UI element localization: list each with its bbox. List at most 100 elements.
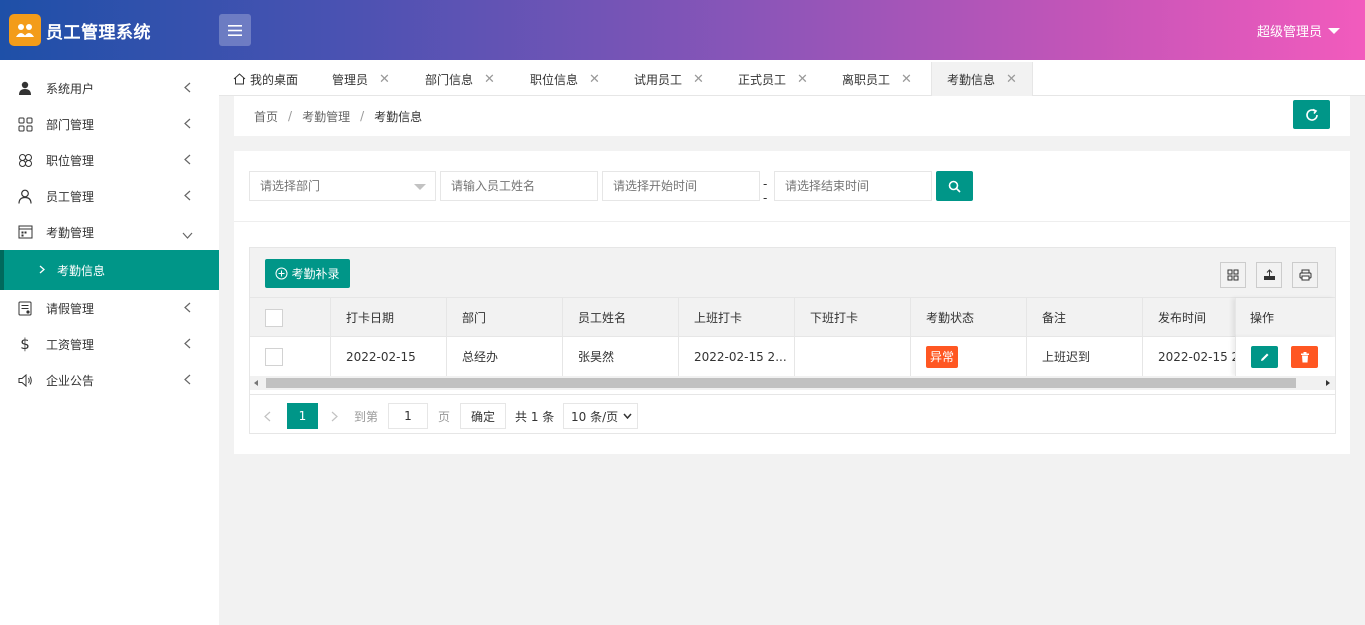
page-unit-label: 页 (438, 409, 451, 424)
sidebar-item-departments[interactable]: 部门管理 (0, 106, 219, 142)
tab-resigned[interactable]: 离职员工 ✕ (842, 62, 912, 96)
column-header[interactable]: 备注 (1027, 298, 1143, 337)
tab-desktop[interactable]: 我的桌面 (233, 62, 298, 96)
sidebar-item-employees[interactable]: 员工管理 (0, 178, 219, 214)
header-checkbox-cell (250, 298, 331, 337)
start-time-input[interactable]: 请选择开始时间 (602, 171, 760, 201)
table-toolbar: 考勤补录 (250, 248, 1335, 298)
start-placeholder: 请选择开始时间 (613, 179, 698, 193)
export-button[interactable] (1256, 262, 1282, 288)
divider (234, 221, 1350, 222)
cell-employee-name: 张昊然 (563, 337, 679, 376)
sidebar-item-announcements[interactable]: 企业公告 (0, 362, 219, 398)
page-size-value: 10 条/页 (571, 409, 619, 424)
scrollbar-thumb[interactable] (266, 378, 1296, 388)
sidebar-item-label: 企业公告 (46, 373, 95, 388)
current-page[interactable]: 1 (287, 403, 318, 429)
add-attendance-button[interactable]: 考勤补录 (265, 259, 350, 288)
close-icon[interactable]: ✕ (484, 72, 495, 87)
tab-departments[interactable]: 部门信息 ✕ (425, 62, 495, 96)
delete-button[interactable] (1291, 346, 1318, 368)
tab-regular[interactable]: 正式员工 ✕ (738, 62, 808, 96)
goto-page-input[interactable]: 1 (388, 403, 428, 429)
range-separator: -- (763, 177, 768, 205)
close-icon[interactable]: ✕ (589, 72, 600, 87)
cell-remark: 上班迟到 (1027, 337, 1143, 376)
close-icon[interactable]: ✕ (901, 72, 912, 87)
menu-toggle-button[interactable] (219, 14, 251, 46)
chevron-down-icon (414, 184, 426, 190)
column-header[interactable]: 上班打卡 (679, 298, 795, 337)
user-menu[interactable]: 超级管理员 (1257, 21, 1340, 40)
chevron-down-icon (182, 228, 193, 242)
column-header[interactable]: 员工姓名 (563, 298, 679, 337)
caret-down-icon (1328, 27, 1340, 34)
tab-attendance-info[interactable]: 考勤信息 ✕ (931, 62, 1033, 96)
sidebar-item-label: 员工管理 (46, 189, 95, 204)
cell-checkin: 2022-02-15 2... (679, 337, 795, 376)
sidebar-item-system-users[interactable]: 系统用户 (0, 70, 219, 106)
cell-published: 2022-02-15 2... (1158, 349, 1235, 364)
total-count: 共 1 条 (515, 409, 555, 424)
breadcrumb: 首页 / 考勤管理 / 考勤信息 (234, 96, 1350, 136)
tab-label: 管理员 (332, 72, 369, 87)
attendance-card: 请选择部门 请输入员工姓名 请选择开始时间 -- 请选择结束时间 考勤补录 打卡… (234, 151, 1350, 454)
table-row[interactable]: 2022-02-15 总经办 张昊然 2022-02-15 2... 异常 上班… (250, 337, 1335, 376)
search-icon (948, 180, 961, 193)
sidebar-item-leave[interactable]: 请假管理 (0, 290, 219, 326)
cell-status: 异常 (911, 337, 1027, 376)
edit-button[interactable] (1251, 346, 1278, 368)
employee-name-input[interactable]: 请输入员工姓名 (440, 171, 598, 201)
column-header[interactable]: 部门 (447, 298, 563, 337)
app-logo[interactable]: 员工管理系统 (0, 0, 219, 60)
chevron-left-icon (184, 190, 191, 204)
tab-label: 我的桌面 (250, 72, 299, 87)
end-time-input[interactable]: 请选择结束时间 (774, 171, 932, 201)
columns-filter-button[interactable] (1220, 262, 1246, 288)
sidebar-subitem-attendance-info[interactable]: 考勤信息 (0, 250, 219, 290)
sidebar-item-attendance[interactable]: 考勤管理 (0, 214, 219, 250)
cell-department: 总经办 (447, 337, 563, 376)
tab-positions[interactable]: 职位信息 ✕ (530, 62, 600, 96)
scroll-left-icon[interactable] (254, 380, 258, 386)
close-icon[interactable]: ✕ (379, 72, 390, 87)
prev-page-icon[interactable] (264, 403, 271, 429)
select-all-checkbox[interactable] (265, 308, 283, 327)
sidebar-item-label: 考勤管理 (46, 225, 95, 240)
page-size-select[interactable]: 10 条/页 (563, 403, 638, 429)
scroll-right-icon[interactable] (1326, 380, 1330, 386)
sidebar-item-label: 系统用户 (46, 81, 95, 96)
refresh-button[interactable] (1293, 100, 1330, 129)
end-placeholder: 请选择结束时间 (785, 179, 870, 193)
tab-admins[interactable]: 管理员 ✕ (332, 62, 390, 96)
column-header[interactable]: 下班打卡 (795, 298, 911, 337)
close-icon[interactable]: ✕ (693, 72, 704, 87)
sidebar-item-salary[interactable]: $ 工资管理 (0, 326, 219, 362)
close-icon[interactable]: ✕ (1006, 72, 1017, 87)
department-select[interactable]: 请选择部门 (249, 171, 436, 201)
breadcrumb-home[interactable]: 首页 (254, 108, 278, 125)
sidebar-item-label: 请假管理 (46, 301, 95, 316)
print-button[interactable] (1292, 262, 1318, 288)
column-header[interactable]: 发布时间 (1143, 298, 1235, 337)
sidebar-item-positions[interactable]: 职位管理 (0, 142, 219, 178)
department-placeholder: 请选择部门 (260, 179, 321, 193)
row-checkbox-cell (250, 337, 331, 376)
close-icon[interactable]: ✕ (797, 72, 808, 87)
plus-circle-icon (275, 267, 288, 280)
goto-confirm-button[interactable]: 确定 (460, 403, 506, 429)
breadcrumb-attendance[interactable]: 考勤管理 (302, 108, 350, 125)
column-header[interactable]: 考勤状态 (911, 298, 1027, 337)
grid-icon (17, 116, 33, 132)
column-header[interactable]: 打卡日期 (331, 298, 447, 337)
column-header-ops: 操作 (1235, 298, 1335, 337)
horizontal-scrollbar[interactable] (250, 376, 1335, 390)
person-outline-icon (17, 188, 33, 204)
clover-icon (17, 152, 33, 168)
row-checkbox[interactable] (265, 347, 283, 366)
tab-label: 试用员工 (634, 72, 683, 87)
tab-probation[interactable]: 试用员工 ✕ (634, 62, 704, 96)
next-page-icon[interactable] (331, 403, 338, 429)
status-badge: 异常 (926, 345, 959, 368)
search-button[interactable] (936, 171, 973, 201)
